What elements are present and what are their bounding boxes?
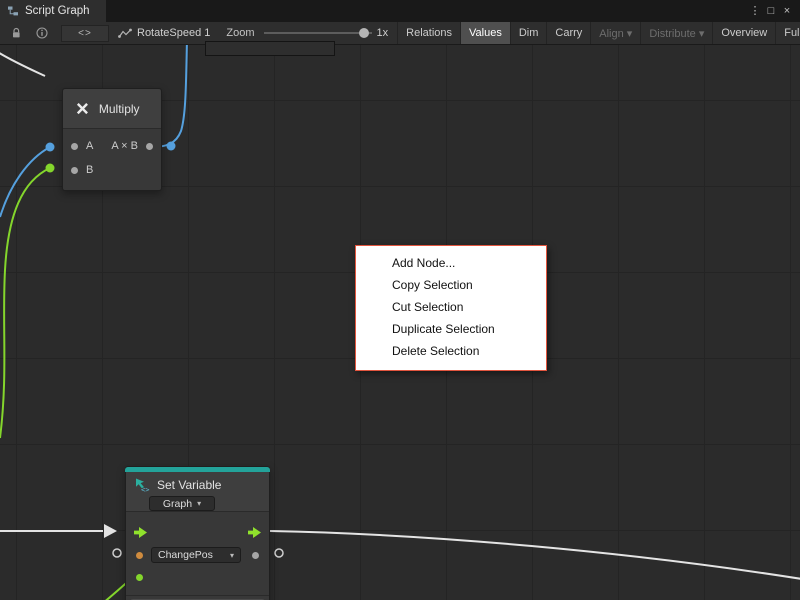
info-icon[interactable] [32,27,52,39]
wire-end-blue-a[interactable] [46,143,55,152]
flow-in-arrow-icon[interactable] [134,527,147,538]
carry-button[interactable]: Carry [546,22,590,44]
setvar-title: Set Variable [157,478,221,492]
setvar-header[interactable]: <> Set Variable Graph ▾ [126,472,269,512]
window-menu-icon[interactable]: ⋮ [747,0,763,22]
setvar-body: ChangePos ▾ [126,512,269,600]
menu-item-cut-selection[interactable]: Cut Selection [356,296,546,318]
context-menu: Add Node... Copy Selection Cut Selection… [355,245,547,371]
chevron-down-icon: ▾ [197,499,201,508]
tab-script-graph[interactable]: Script Graph [0,0,106,22]
code-toggle-glyph: <> [78,28,92,39]
flow-out-arrow-icon[interactable] [248,527,261,538]
multiply-header[interactable]: × Multiply [63,89,161,129]
fullscreen-button[interactable]: Full Screen [775,22,800,44]
port-input-a[interactable] [71,143,78,150]
setvar-value-row [126,566,269,588]
wire-green-left[interactable] [0,168,50,438]
maximize-icon[interactable]: □ [763,0,779,22]
menu-item-duplicate-selection[interactable]: Duplicate Selection [356,318,546,340]
wire-end-green-b[interactable] [46,164,55,173]
graph-signal-icon [118,28,132,39]
multiply-body: A A × B B [63,129,161,190]
unit-name-label: RotateSpeed 1 [137,27,210,39]
graph-toolbar: <> RotateSpeed 1 Zoom 1x Relations Value… [0,22,800,45]
wire-white-topleft[interactable] [0,51,45,76]
zoom-value: 1x [377,27,389,39]
graph-title-field[interactable] [205,41,335,56]
port-input-b[interactable] [71,167,78,174]
port-value-output[interactable] [252,552,259,559]
dim-button[interactable]: Dim [510,22,547,44]
script-graph-icon [7,5,19,17]
variable-scope-dropdown[interactable]: Graph ▾ [149,496,215,511]
port-label-output: A × B [111,140,138,152]
align-dropdown: Align ▾ [590,22,640,44]
zoom-slider[interactable] [264,27,372,39]
setvar-accent-strip [125,467,270,472]
multiply-title: Multiply [99,102,140,116]
flow-arrowhead [104,524,117,538]
port-output-axb[interactable] [146,143,153,150]
port-variable-input[interactable] [136,552,143,559]
relations-button[interactable]: Relations [397,22,460,44]
port-label-b: B [86,164,93,176]
setvar-divider [126,595,269,596]
window-controls: ⋮ □ × [747,0,800,22]
tab-title: Script Graph [25,5,90,17]
zoom-slider-track[interactable] [264,32,372,34]
unconnected-port-left[interactable] [113,549,121,557]
multiply-row-b: B [63,158,161,182]
port-label-a: A [86,140,93,152]
graph-canvas[interactable]: × Multiply A A × B B <> [0,45,800,600]
wire-white-flow-out[interactable] [270,531,800,579]
node-set-variable[interactable]: <> Set Variable Graph ▾ Chang [125,466,270,600]
distribute-dropdown: Distribute ▾ [640,22,712,44]
overview-button[interactable]: Overview [712,22,775,44]
multiply-icon: × [76,98,89,120]
unconnected-port-right[interactable] [275,549,283,557]
multiply-row-a: A A × B [63,134,161,158]
close-icon[interactable]: × [779,0,795,22]
node-multiply[interactable]: × Multiply A A × B B [62,88,162,191]
setvar-variable-row: ChangePos ▾ [126,544,269,566]
zoom-slider-thumb[interactable] [359,28,369,38]
code-view-toggle[interactable]: <> [61,25,109,42]
wire-end-blue-out[interactable] [167,142,176,151]
setvar-flow-row [126,520,269,544]
port-value-input[interactable] [136,574,143,581]
menu-item-delete-selection[interactable]: Delete Selection [356,340,546,362]
menu-item-copy-selection[interactable]: Copy Selection [356,274,546,296]
current-unit-breadcrumb: RotateSpeed 1 [118,27,210,39]
variable-scope-label: Graph [163,498,192,510]
zoom-label: Zoom [226,27,254,39]
values-button[interactable]: Values [460,22,510,44]
chevron-down-icon: ▾ [230,551,234,560]
lock-icon[interactable] [6,27,26,39]
variable-name-dropdown[interactable]: ChangePos ▾ [151,547,241,563]
window-titlebar: Script Graph ⋮ □ × [0,0,800,22]
variable-name-label: ChangePos [158,549,213,561]
wire-blue-input[interactable] [0,147,50,217]
set-variable-icon: <> [134,477,150,493]
svg-text:<>: <> [141,486,149,493]
menu-item-add-node[interactable]: Add Node... [356,252,546,274]
toolbar-button-group: Relations Values Dim Carry Align ▾ Distr… [397,22,800,44]
